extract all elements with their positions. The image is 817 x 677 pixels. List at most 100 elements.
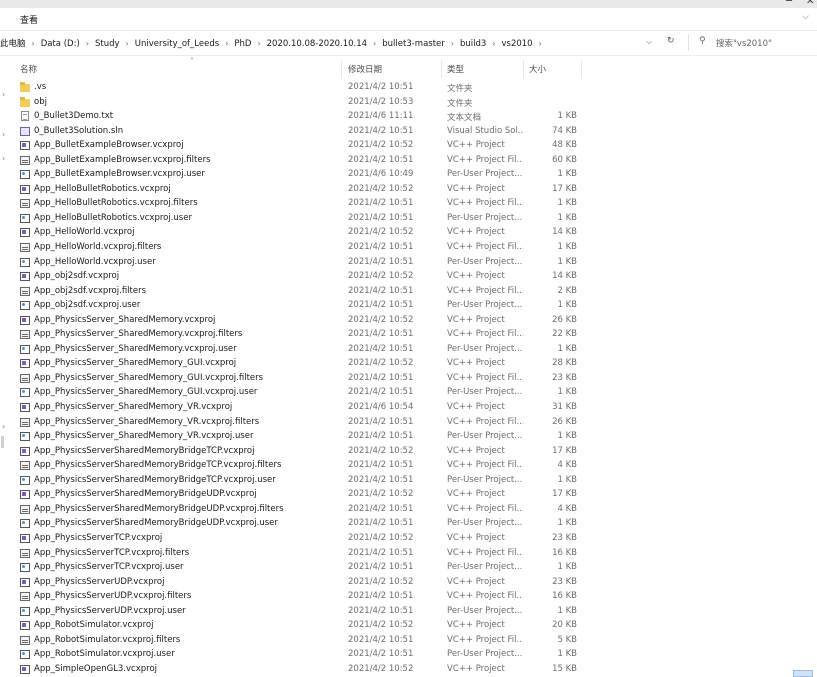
file-row[interactable]: App_PhysicsServerTCP.vcxproj.user 2021/4/… [14,561,582,576]
nav-expand-icon[interactable]: › [2,90,5,99]
file-row[interactable]: App_RobotSimulator.vcxproj 2021/4/2 10:52… [14,619,582,634]
file-row[interactable]: App_PhysicsServer_SharedMemory_GUI.vcxpr… [14,357,582,372]
file-icon [20,373,30,383]
breadcrumb-separator-icon[interactable]: › [539,39,542,48]
nav-expand-icon[interactable]: › [2,130,5,139]
file-row[interactable]: App_HelloBulletRobotics.vcxproj.user 2021… [14,212,582,227]
breadcrumb[interactable]: 此电脑 › Data (D:) › Study › University_of_Leeds ›… [0,37,548,49]
file-type: VC++ Project [447,314,505,325]
file-row[interactable]: App_PhysicsServer_SharedMemory_VR.vcxpro… [14,416,582,431]
file-size: 1 KB [557,256,577,267]
file-row[interactable]: App_HelloBulletRobotics.vcxproj 2021/4/2 … [14,183,582,198]
column-name[interactable]: 名称 [20,63,37,75]
breadcrumb-separator-icon[interactable]: › [126,39,129,48]
file-size: 2 KB [557,285,577,296]
breadcrumb-item[interactable]: bullet3-master [382,39,445,49]
breadcrumb-item[interactable]: PhD [234,39,251,49]
file-row[interactable]: obj 2021/4/2 10:53 文件夹 [14,96,582,111]
file-size: 23 KB [552,576,577,587]
file-row[interactable]: App_PhysicsServerSharedMemoryBridgeTCP.v… [14,474,582,489]
file-row[interactable]: App_HelloWorld.vcxproj.filters 2021/4/2 1… [14,241,582,256]
file-row[interactable]: App_PhysicsServerSharedMemoryBridgeUDP.v… [14,503,582,518]
file-row[interactable]: App_PhysicsServer_SharedMemory_VR.vcxpro… [14,401,582,416]
file-row[interactable]: App_obj2sdf.vcxproj 2021/4/2 10:52 VC++ Pr… [14,270,582,285]
file-size: 60 KB [552,154,577,165]
address-dropdown-icon[interactable]: ⌵ [646,37,652,47]
file-date: 2021/4/2 10:51 [348,125,414,136]
column-type[interactable]: 类型 [447,63,464,75]
file-row[interactable]: App_PhysicsServerUDP.vcxproj.user 2021/4/… [14,605,582,620]
breadcrumb-separator-icon[interactable]: › [451,39,454,48]
file-row[interactable]: 0_Bullet3Solution.sln 2021/4/2 10:51 Visua… [14,125,582,140]
minimize-icon[interactable]: ─ [786,0,792,7]
file-row[interactable]: App_RobotSimulator.vcxproj.user 2021/4/2 … [14,648,582,663]
file-row[interactable]: App_HelloWorld.vcxproj.user 2021/4/2 10:5… [14,256,582,271]
file-row[interactable]: App_PhysicsServerUDP.vcxproj.filters 2021… [14,590,582,605]
file-row[interactable]: App_SimpleOpenGL3.vcxproj 2021/4/2 10:52 V… [14,663,582,677]
column-date[interactable]: 修改日期 [348,63,382,75]
navigation-pane[interactable]: › › › › [0,56,14,677]
column-divider[interactable] [341,60,342,78]
file-row[interactable]: App_PhysicsServerSharedMemoryBridgeUDP.v… [14,488,582,503]
file-row[interactable]: App_BulletExampleBrowser.vcxproj 2021/4/2… [14,139,582,154]
file-row[interactable]: App_obj2sdf.vcxproj.user 2021/4/2 10:51 Pe… [14,299,582,314]
nav-item[interactable] [1,436,4,448]
breadcrumb-separator-icon[interactable]: › [257,39,260,48]
file-row[interactable]: App_RobotSimulator.vcxproj.filters 2021/4… [14,634,582,649]
column-divider[interactable] [441,60,442,78]
file-row[interactable]: App_PhysicsServer_SharedMemory_GUI.vcxpr… [14,372,582,387]
file-icon [20,359,30,369]
breadcrumb-separator-icon[interactable]: › [373,39,376,48]
file-date: 2021/4/2 10:51 [348,387,414,398]
breadcrumb-separator-icon[interactable]: › [492,39,495,48]
breadcrumb-item[interactable]: 2020.10.08-2020.10.14 [267,39,367,49]
file-row[interactable]: App_BulletExampleBrowser.vcxproj.filters… [14,154,582,169]
chevron-down-icon[interactable]: ⌵ [802,12,809,22]
file-date: 2021/4/2 10:51 [348,591,414,602]
nav-expand-icon[interactable]: › [2,422,5,431]
file-row[interactable]: App_BulletExampleBrowser.vcxproj.user 202… [14,168,582,183]
file-row[interactable]: App_PhysicsServerSharedMemoryBridgeTCP.v… [14,445,582,460]
file-row[interactable]: App_HelloBulletRobotics.vcxproj.filters 2… [14,197,582,212]
file-row[interactable]: App_PhysicsServer_SharedMemory.vcxproj.u… [14,343,582,358]
file-row[interactable]: App_PhysicsServerSharedMemoryBridgeTCP.v… [14,459,582,474]
file-name: App_RobotSimulator.vcxproj.user [34,649,175,660]
breadcrumb-separator-icon[interactable]: › [225,39,228,48]
file-type: Per-User Project... [447,474,523,485]
breadcrumb-item[interactable]: 此电脑 [0,39,26,49]
breadcrumb-item[interactable]: University_of_Leeds [135,39,219,49]
close-icon[interactable]: ✕ [806,0,814,7]
file-row[interactable]: App_PhysicsServerTCP.vcxproj 2021/4/2 10:… [14,532,582,547]
tab-view[interactable]: 查看 [20,13,38,26]
search-input[interactable]: 搜索"vs2010" [716,37,772,49]
breadcrumb-item[interactable]: Study [95,39,120,49]
file-row[interactable]: 0_Bullet3Demo.txt 2021/4/6 11:11 文本文档 1 KB [14,110,582,125]
search-box[interactable]: ⚲ 搜索"vs2010" [688,34,817,51]
file-row[interactable]: App_PhysicsServerUDP.vcxproj 2021/4/2 10:… [14,576,582,591]
file-date: 2021/4/2 10:51 [348,285,414,296]
file-row[interactable]: App_PhysicsServerSharedMemoryBridgeUDP.v… [14,517,582,532]
file-row[interactable]: App_obj2sdf.vcxproj.filters 2021/4/2 10:5… [14,285,582,300]
nav-expand-icon[interactable]: › [2,154,5,163]
view-toggle[interactable] [793,670,813,677]
column-size[interactable]: 大小 [529,63,546,75]
file-row[interactable]: App_HelloWorld.vcxproj 2021/4/2 10:52 VC++… [14,226,582,241]
breadcrumb-separator-icon[interactable]: › [86,39,89,48]
breadcrumb-separator-icon[interactable]: › [32,39,35,48]
breadcrumb-item[interactable]: vs2010 [502,39,533,49]
file-row[interactable]: App_PhysicsServer_SharedMemory.vcxproj.f… [14,328,582,343]
file-type: 文件夹 [447,84,473,94]
file-row[interactable]: .vs 2021/4/2 10:51 文件夹 [14,81,582,96]
refresh-icon[interactable]: ↻ [667,36,675,46]
column-divider[interactable] [581,60,582,78]
file-size: 1 KB [557,198,577,209]
file-row[interactable]: App_PhysicsServer_SharedMemory_GUI.vcxpr… [14,386,582,401]
column-divider[interactable] [523,60,524,78]
file-row[interactable]: App_PhysicsServer_SharedMemory.vcxproj 20… [14,314,582,329]
file-name: App_PhysicsServerTCP.vcxproj.user [34,562,184,573]
file-row[interactable]: App_PhysicsServer_SharedMemory_VR.vcxpro… [14,430,582,445]
file-icon [20,344,30,354]
file-row[interactable]: App_PhysicsServerTCP.vcxproj.filters 2021… [14,547,582,562]
breadcrumb-item[interactable]: build3 [460,39,486,49]
breadcrumb-item[interactable]: Data (D:) [41,39,80,49]
